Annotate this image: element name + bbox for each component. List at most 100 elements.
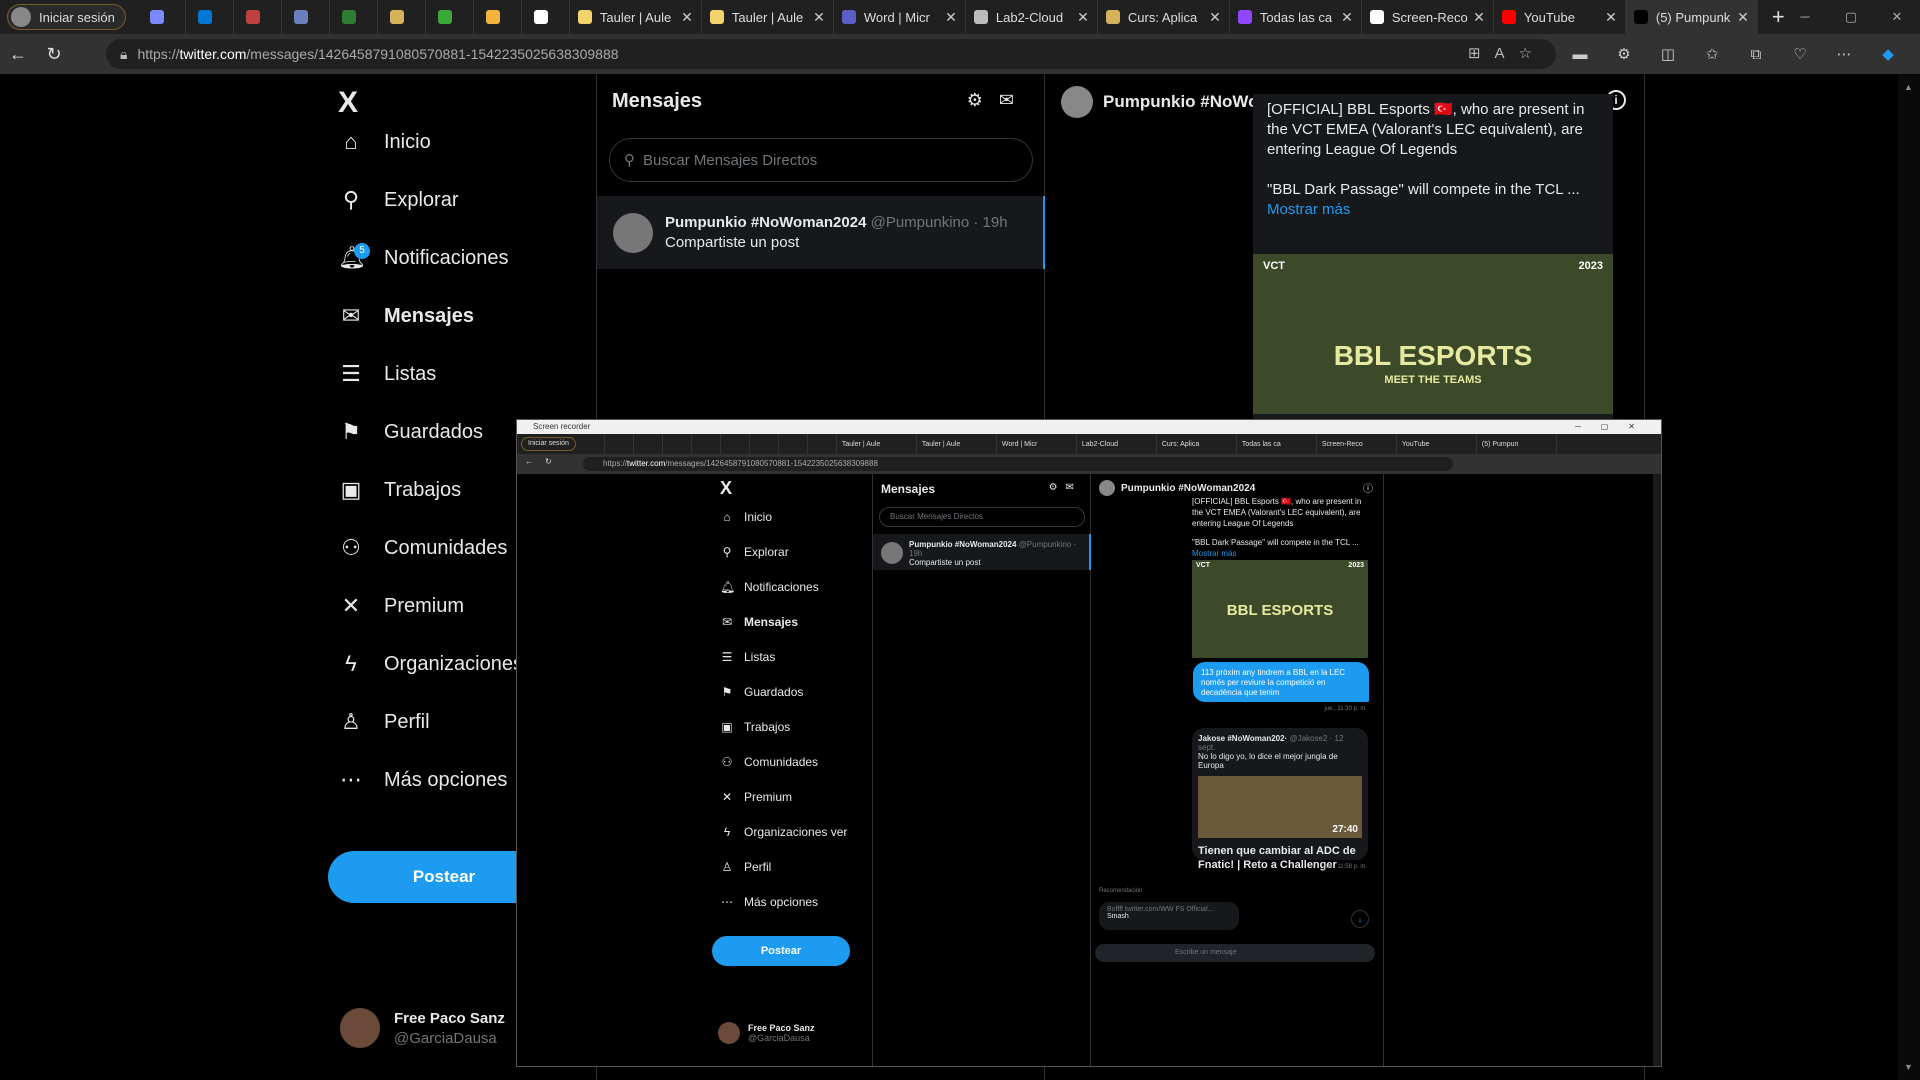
- back-icon[interactable]: ←: [0, 44, 36, 65]
- thumb-left-label: VCT: [1263, 260, 1285, 272]
- browser-tab[interactable]: [378, 0, 426, 34]
- tab-label: Word | Micr: [863, 9, 930, 25]
- browser-tab[interactable]: [426, 0, 474, 34]
- browser-tab[interactable]: [186, 0, 234, 34]
- user-name: Free Paco Sanz: [394, 1009, 505, 1027]
- tab-close-icon[interactable]: ✕: [1605, 9, 1617, 26]
- read-aloud-icon[interactable]: A: [1495, 45, 1519, 62]
- tab-close-icon[interactable]: ✕: [1473, 9, 1485, 26]
- refresh-icon[interactable]: ↻: [36, 44, 72, 65]
- recorder-quote-text: No lo digo yo, lo dice el mejor jungla d…: [1198, 752, 1338, 770]
- nav-item-mensajes[interactable]: ✉ Mensajes: [338, 296, 474, 336]
- conversation-handle: @Pumpunkino · 19h: [870, 214, 1008, 231]
- browser-tab[interactable]: [282, 0, 330, 34]
- browser-tools: ▬ ⚙ ◫ ✩ ⧉ ♡ ⋯ ◆: [1558, 34, 1910, 74]
- tab-favicon-icon: [1501, 10, 1516, 24]
- x-icon: ✕: [721, 790, 733, 804]
- nav-item-premium[interactable]: ✕ Premium: [338, 586, 464, 626]
- search-icon: ⚲: [722, 545, 732, 559]
- tab-close-icon[interactable]: ✕: [681, 9, 693, 26]
- nav-item-perfil[interactable]: ♙ Perfil: [338, 702, 429, 742]
- recorder-message-bubble: 113 pròxim any tindrem a BBL en la LEC n…: [1193, 662, 1369, 702]
- minimize-icon[interactable]: ─: [1782, 0, 1828, 34]
- close-window-icon[interactable]: ✕: [1874, 0, 1920, 34]
- browser-tab-bar: Iniciar sesión Tauler | Aule ✕ Tauler | Au…: [0, 0, 1920, 34]
- extensions-icon[interactable]: ⚙: [1602, 45, 1646, 63]
- recorder-show-more: Mostrar más: [1192, 549, 1237, 558]
- url-host: twitter.com: [179, 46, 247, 62]
- bookmark-icon: ⚑: [341, 419, 361, 444]
- tab-close-icon[interactable]: ✕: [1737, 9, 1749, 26]
- settings-more-icon[interactable]: ⋯: [1822, 45, 1866, 63]
- browser-tab[interactable]: Curs: Aplica ✕: [1098, 0, 1230, 34]
- recorder-info-icon: ⓘ: [1363, 484, 1373, 495]
- tab-close-icon[interactable]: ✕: [945, 9, 957, 26]
- browser-tab[interactable]: [522, 0, 570, 34]
- recorder-address-bar: ←↻ https://twitter.com/messages/14264587…: [517, 454, 1661, 474]
- split-screen-icon[interactable]: ◫: [1646, 45, 1690, 63]
- browser-tab[interactable]: (5) Pumpunk ✕: [1625, 0, 1758, 34]
- conversation-item[interactable]: Pumpunkio #NoWoman2024 @Pumpunkino · 19h…: [597, 196, 1045, 269]
- maximize-icon[interactable]: ▢: [1828, 0, 1874, 34]
- browser-tab[interactable]: [474, 0, 522, 34]
- browser-tab[interactable]: Screen-Reco ✕: [1362, 0, 1494, 34]
- app-available-icon[interactable]: ⊞: [1468, 45, 1495, 62]
- tab-close-icon[interactable]: ✕: [813, 9, 825, 26]
- account-switcher[interactable]: Free Paco Sanz @GarciaDausa: [340, 1008, 505, 1048]
- show-more-link[interactable]: Mostrar más: [1267, 200, 1599, 220]
- recorder-window-controls[interactable]: ─▢✕: [1575, 420, 1655, 434]
- new-message-icon[interactable]: ✉: [999, 90, 1030, 110]
- url-bar[interactable]: 🔒︎ https://twitter.com/messages/14264587…: [106, 39, 1556, 69]
- profile-button[interactable]: Iniciar sesión: [7, 4, 126, 30]
- search-input[interactable]: ⚲ Buscar Mensajes Directos: [609, 138, 1033, 182]
- messages-actions: ⚙✉: [967, 90, 1030, 111]
- scroll-down-icon[interactable]: ▼: [1904, 1062, 1913, 1072]
- copilot-icon[interactable]: ◆: [1866, 45, 1910, 63]
- favorites-icon[interactable]: ✩: [1690, 45, 1734, 63]
- recorder-nav-icons: ←↻: [525, 457, 564, 466]
- thumb-subtitle: MEET THE TEAMS: [1384, 374, 1482, 386]
- browser-tab[interactable]: [138, 0, 186, 34]
- browser-tab[interactable]: [234, 0, 282, 34]
- collections-icon[interactable]: ⧉: [1734, 46, 1778, 63]
- recorder-user-name: Free Paco Sanz: [748, 1023, 815, 1033]
- recorder-link-name: Smash: [1107, 913, 1129, 920]
- scroll-up-icon[interactable]: ▲: [1904, 82, 1913, 92]
- nav-item-guardados[interactable]: ⚑ Guardados: [338, 412, 483, 452]
- browser-tab[interactable]: Tauler | Aule ✕: [570, 0, 702, 34]
- avatar: [613, 212, 653, 253]
- browser-tab[interactable]: Tauler | Aule ✕: [702, 0, 834, 34]
- browser-tab[interactable]: YouTube ✕: [1494, 0, 1626, 34]
- recorder-tab: Tauler | Aule: [837, 434, 917, 454]
- page-scrollbar[interactable]: ▲ ▼: [1898, 74, 1920, 1080]
- settings-gear-icon[interactable]: ⚙: [967, 90, 999, 110]
- nav-item-comunidades[interactable]: ⚇ Comunidades: [338, 528, 507, 568]
- nav-item-inicio[interactable]: ⌂ Inicio: [338, 122, 430, 162]
- nav-item-label: Más opciones: [384, 768, 508, 791]
- nav-item-explorar[interactable]: ⚲ Explorar: [338, 180, 459, 220]
- browser-essentials-icon[interactable]: ♡: [1778, 45, 1822, 63]
- screen-recorder-window[interactable]: Screen recorder ─▢✕ Iniciar sesión Taule…: [516, 419, 1662, 1067]
- shared-post-image[interactable]: VCT 2023 BBL ESPORTS MEET THE TEAMS: [1253, 254, 1613, 414]
- browser-tab[interactable]: Todas las ca ✕: [1230, 0, 1362, 34]
- tab-close-icon[interactable]: ✕: [1077, 9, 1089, 26]
- flag-icon[interactable]: ▬: [1558, 46, 1602, 63]
- search-placeholder: Buscar Mensajes Directos: [643, 151, 818, 169]
- browser-tab[interactable]: Lab2-Cloud ✕: [966, 0, 1098, 34]
- favorite-star-icon[interactable]: ☆: [1519, 45, 1546, 62]
- nav-item-listas[interactable]: ☰ Listas: [338, 354, 436, 394]
- tab-favicon-icon: [246, 10, 261, 24]
- tab-close-icon[interactable]: ✕: [1209, 9, 1221, 26]
- browser-tab[interactable]: [330, 0, 378, 34]
- recorder-scrollbar: [1653, 474, 1661, 1066]
- recorder-nav-item: ♙ Perfil: [720, 860, 772, 874]
- browser-tab[interactable]: Word | Micr ✕: [834, 0, 966, 34]
- nav-item-label: Explorar: [384, 188, 459, 211]
- nav-item-m-s-opciones[interactable]: ⋯ Más opciones: [338, 760, 507, 800]
- tab-close-icon[interactable]: ✕: [1341, 9, 1353, 26]
- x-logo[interactable]: X: [338, 86, 358, 120]
- tab-favicon-icon: [486, 10, 501, 24]
- nav-item-notificaciones[interactable]: 🔔︎ 5 Notificaciones: [338, 238, 509, 278]
- nav-item-organizaciones[interactable]: ϟ Organizaciones: [338, 644, 523, 684]
- nav-item-trabajos[interactable]: ▣ Trabajos: [338, 470, 461, 510]
